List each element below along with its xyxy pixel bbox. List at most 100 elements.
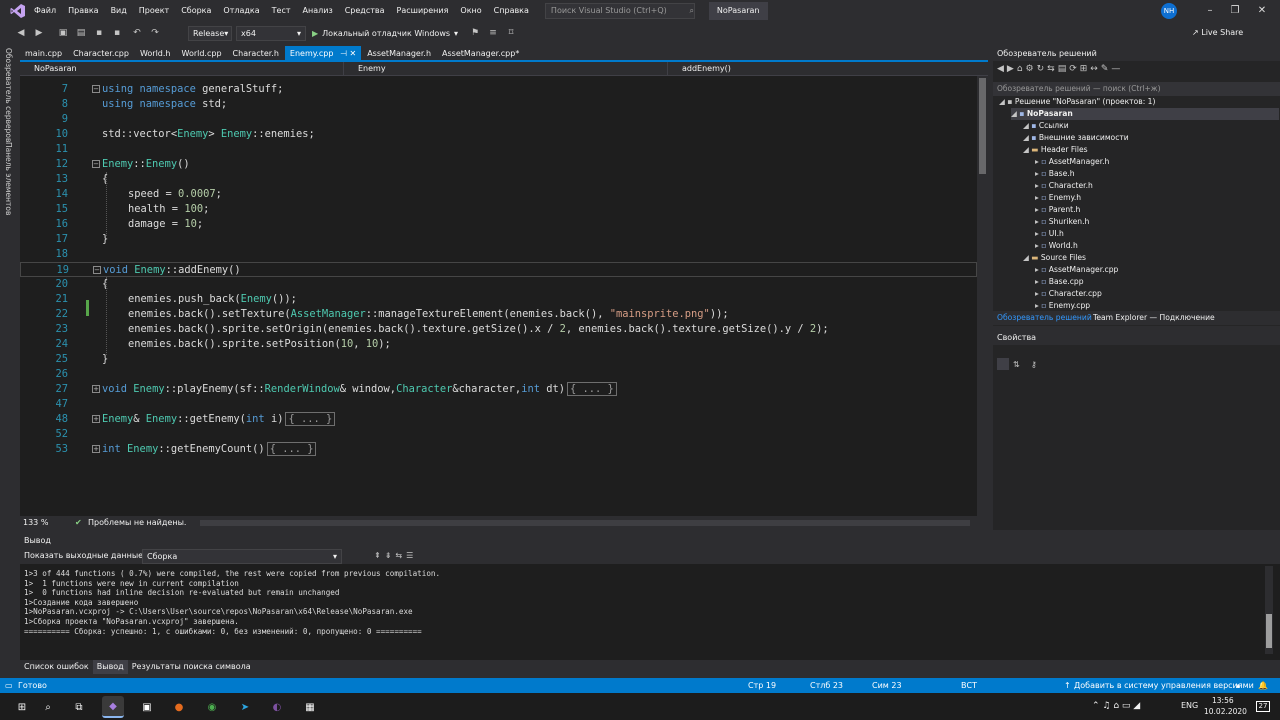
code-line[interactable]: 48 + Enemy& Enemy::getEnemy(int i){ ... } xyxy=(20,412,977,427)
live-share-button[interactable]: ↗ Live Share xyxy=(1192,22,1243,44)
visual-studio-taskbar-icon[interactable]: ◆ xyxy=(102,696,124,718)
undo-icon[interactable]: ↶ xyxy=(130,26,144,40)
code-line[interactable]: 23 enemies.back().sprite.setOrigin(enemie… xyxy=(20,322,977,337)
code-line[interactable]: 25} xyxy=(20,352,977,367)
solution-tree-item[interactable]: ▸ ▫ Enemy.h xyxy=(1035,192,1279,204)
code-line[interactable]: 11 xyxy=(20,142,977,157)
collapsed-region[interactable]: { ... } xyxy=(266,442,317,456)
solution-tree-item[interactable]: ◢ ▬ Header Files xyxy=(1023,144,1279,156)
solution-tree-item[interactable]: ◢ ▬ Source Files xyxy=(1023,252,1279,264)
solution-tree-item[interactable]: ▸ ▫ AssetManager.cpp xyxy=(1035,264,1279,276)
search-input[interactable]: Поиск Visual Studio (Ctrl+Q) ⌕ xyxy=(544,3,695,19)
collapsed-region[interactable]: { ... } xyxy=(567,382,617,396)
new-project-icon[interactable]: ▣ xyxy=(56,26,70,40)
tab-team-explorer[interactable]: Team Explorer — Подключение xyxy=(1093,311,1215,325)
solution-tree-item[interactable]: ▸ ▫ Character.cpp xyxy=(1035,288,1279,300)
code-line[interactable]: 16 damage = 10; xyxy=(20,217,977,232)
solution-tree-item[interactable]: ▸ ▫ AssetManager.h xyxy=(1035,156,1279,168)
bookmark-icon[interactable]: ⌑ xyxy=(504,26,518,40)
code-line[interactable]: 8 using namespace std; xyxy=(20,97,977,112)
run-debugger-button[interactable]: ▶ Локальный отладчик Windows ▾ xyxy=(312,29,458,38)
problems-status[interactable]: Проблемы не найдены. xyxy=(88,516,186,530)
tray-icons[interactable]: ⌃ ♫ ⌂ ▭ ◢ xyxy=(1092,701,1140,711)
code-line[interactable]: 52 xyxy=(20,427,977,442)
language-indicator[interactable]: ENG xyxy=(1181,701,1198,710)
output-source-select[interactable]: Сборка ▾ xyxy=(142,549,342,564)
comment-icon[interactable]: ≡ xyxy=(486,26,500,40)
menu-item[interactable]: Отладка xyxy=(217,0,265,22)
solution-tree-item[interactable]: ▸ ▫ Base.cpp xyxy=(1035,276,1279,288)
expand-icon[interactable]: + xyxy=(92,445,100,453)
menu-item[interactable]: Окно xyxy=(454,0,487,22)
tab-enemy-cpp[interactable]: Enemy.cpp ⊣ ✕ xyxy=(284,46,362,61)
code-line[interactable]: 27 + void Enemy::playEnemy(sf::RenderWindo… xyxy=(20,382,977,397)
add-source-control-button[interactable]: Добавить в систему управления версиями xyxy=(1074,678,1254,693)
solution-tree-item[interactable]: ▸ ▫ Character.h xyxy=(1035,180,1279,192)
epic-games-icon[interactable]: ▣ xyxy=(136,696,158,718)
menu-item[interactable]: Тест xyxy=(266,0,297,22)
menu-item[interactable]: Правка xyxy=(62,0,104,22)
editor-scrollbar[interactable] xyxy=(977,76,988,516)
horizontal-scrollbar[interactable] xyxy=(200,520,970,526)
code-line[interactable]: 12 − Enemy::Enemy() xyxy=(20,157,977,172)
solution-tree-item[interactable]: ▸ ▫ World.h xyxy=(1035,240,1279,252)
code-line[interactable]: 53 + int Enemy::getEnemyCount(){ ... } xyxy=(20,442,977,457)
code-line[interactable]: 10 std::vector<Enemy> Enemy::enemies; xyxy=(20,127,977,142)
code-line[interactable]: 18 xyxy=(20,247,977,262)
collapse-icon[interactable]: − xyxy=(92,160,100,168)
solution-tree-item[interactable]: ▸ ▫ Shuriken.h xyxy=(1035,216,1279,228)
menu-item[interactable]: Вид xyxy=(105,0,133,22)
menu-item[interactable]: Файл xyxy=(28,0,62,22)
tool-icon[interactable]: ⚑ xyxy=(468,26,482,40)
forward-icon[interactable]: ▶ xyxy=(32,26,46,40)
origin-icon[interactable]: ● xyxy=(168,696,190,718)
solution-tree-item[interactable]: ◢ ▪ Решение "NoPasaran" (проектов: 1) xyxy=(999,96,1279,108)
task-view-icon[interactable]: ⧉ xyxy=(68,696,90,718)
tab-assetmanager-h[interactable]: AssetManager.h xyxy=(362,46,436,61)
open-icon[interactable]: ▤ xyxy=(74,26,88,40)
tab-world-h[interactable]: World.h xyxy=(135,46,176,61)
project-dropdown[interactable]: NoPasaran xyxy=(20,62,344,76)
menu-item[interactable]: Справка xyxy=(488,0,535,22)
chrome-icon[interactable]: ◉ xyxy=(201,696,223,718)
property-pages-icon[interactable]: ⚷ xyxy=(1031,360,1037,369)
clock-time[interactable]: 13:56 xyxy=(1212,696,1234,705)
code-line[interactable]: 20{ xyxy=(20,277,977,292)
menu-item[interactable]: Анализ xyxy=(297,0,339,22)
alphabetical-icon[interactable]: ⇅ xyxy=(1013,360,1020,369)
code-line[interactable]: 13{ xyxy=(20,172,977,187)
pin-close-icon[interactable]: ⊣ ✕ xyxy=(337,49,356,58)
platform-select[interactable]: x64 ▾ xyxy=(236,25,306,41)
code-line[interactable]: 9 xyxy=(20,112,977,127)
expand-icon[interactable]: + xyxy=(92,385,100,393)
clock-date[interactable]: 10.02.2020 xyxy=(1204,707,1247,716)
tab-world-cpp[interactable]: World.cpp xyxy=(177,46,227,61)
solution-tree-item[interactable]: ▸ ▫ Parent.h xyxy=(1035,204,1279,216)
code-line[interactable]: 26 xyxy=(20,367,977,382)
notifications-icon[interactable]: 🔔 xyxy=(1258,678,1268,693)
menu-item[interactable]: Расширения xyxy=(391,0,455,22)
close-icon[interactable]: ✕ xyxy=(1252,3,1272,19)
calculator-icon[interactable]: ▦ xyxy=(299,696,321,718)
collapse-icon[interactable]: − xyxy=(92,85,100,93)
solution-toolbar[interactable]: ◀▶⌂⚙↻⇆▤⟳⊞↔✎— xyxy=(997,64,1123,74)
member-dropdown[interactable]: addEnemy() xyxy=(668,62,978,76)
windows-start-icon[interactable]: ⊞ xyxy=(11,696,33,718)
code-line[interactable]: 7 − using namespace generalStuff; xyxy=(20,82,977,97)
output-actions[interactable]: ⇞⇟⇆☰ xyxy=(374,548,417,564)
code-line[interactable]: 22 enemies.back().setTexture(AssetManager… xyxy=(20,307,977,322)
solution-tree-item[interactable]: ◢ ▪ Ссылки xyxy=(1023,120,1279,132)
solution-search-input[interactable]: Обозреватель решений — поиск (Ctrl+ж) xyxy=(993,82,1280,96)
tab-character-h[interactable]: Character.h xyxy=(228,46,284,61)
search-icon[interactable]: ⌕ xyxy=(37,696,59,718)
code-line[interactable]: 21 enemies.push_back(Enemy()); xyxy=(20,292,977,307)
code-line[interactable]: 24 enemies.back().sprite.setPosition(10, … xyxy=(20,337,977,352)
tab-main-cpp[interactable]: main.cpp xyxy=(20,46,67,61)
save-icon[interactable]: ▪ xyxy=(92,26,106,40)
tab-character-cpp[interactable]: Character.cpp xyxy=(68,46,134,61)
code-line[interactable]: 15 health = 100; xyxy=(20,202,977,217)
solution-tree-item[interactable]: ▸ ▫ UI.h xyxy=(1035,228,1279,240)
bottom-tab[interactable]: Список ошибок xyxy=(20,660,93,674)
solution-tree-item[interactable]: ◢ ▪ Внешние зависимости xyxy=(1023,132,1279,144)
menu-item[interactable]: Проект xyxy=(133,0,175,22)
